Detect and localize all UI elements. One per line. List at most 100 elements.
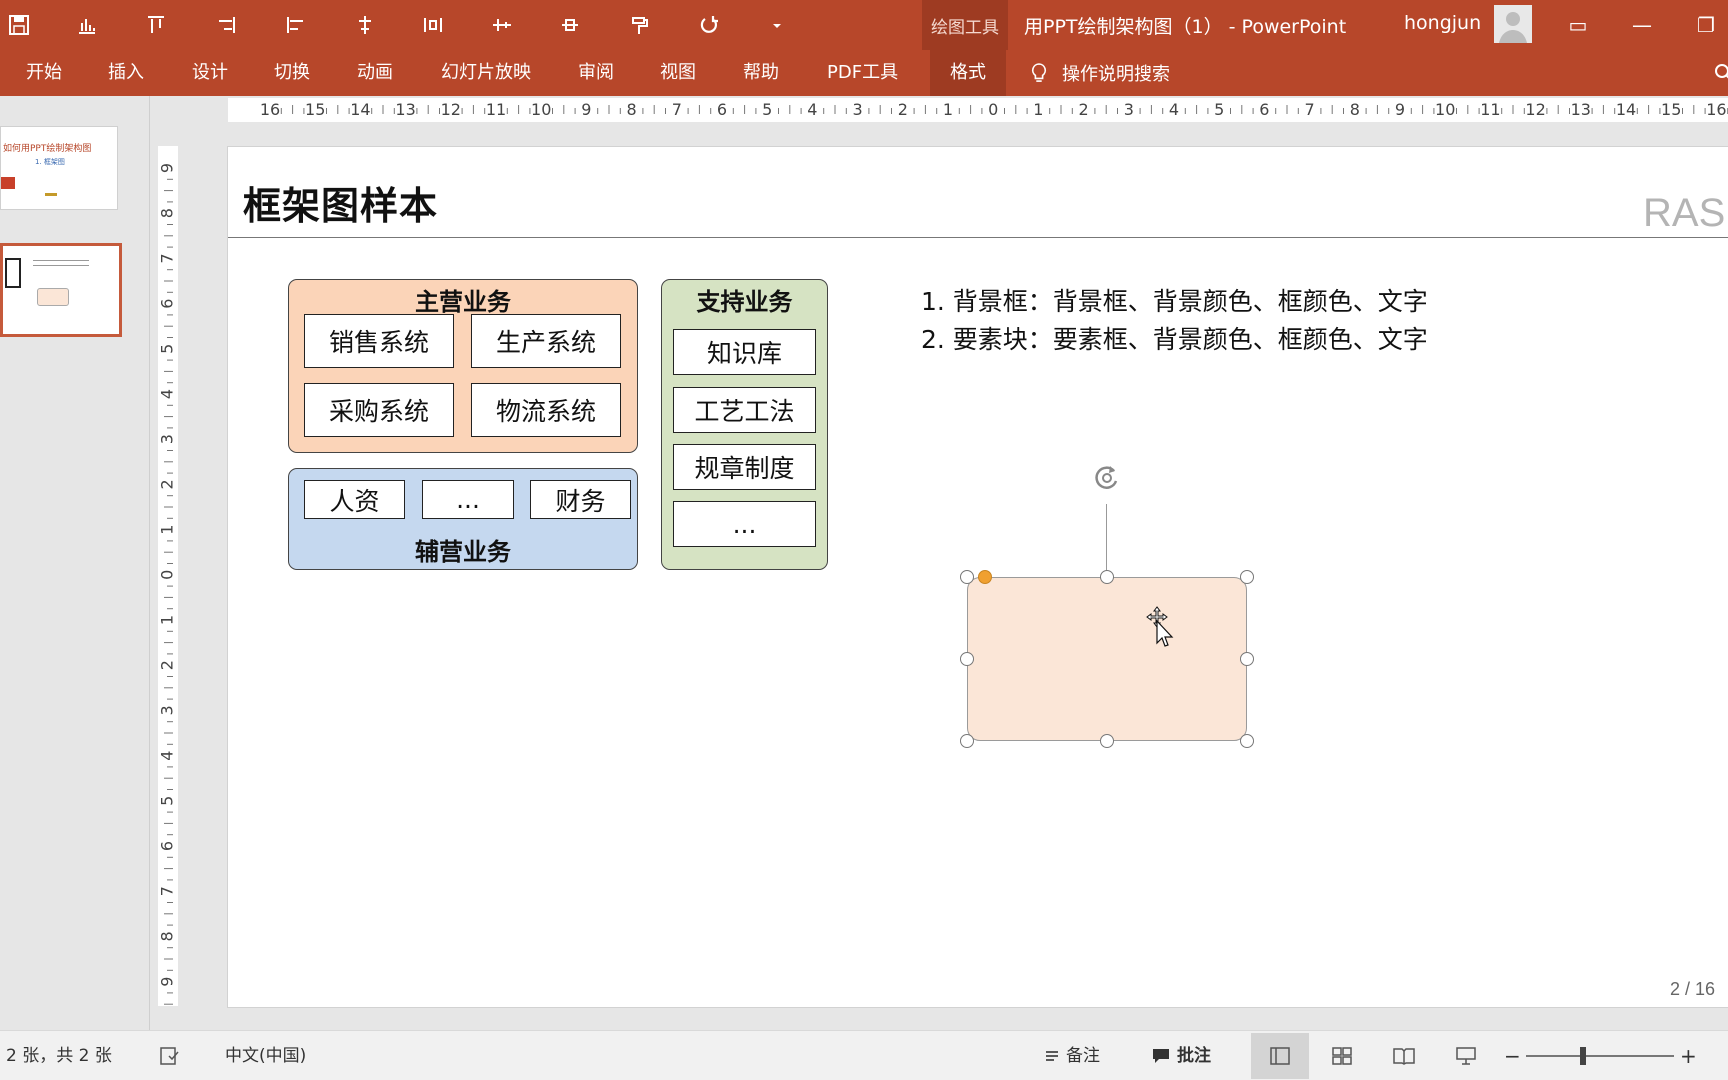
ruler-tick-label: 8 <box>627 100 637 119</box>
element-process-methods[interactable]: 工艺工法 <box>673 387 816 433</box>
thumbnail-diagram <box>5 258 21 288</box>
ruler-tick-label: 6 <box>1259 100 1269 119</box>
tab-animations[interactable]: 动画 <box>357 50 393 96</box>
ruler-tick-label: 4 <box>1169 100 1179 119</box>
title-divider <box>228 237 1728 238</box>
search-icon[interactable] <box>1714 63 1728 83</box>
tab-pdf-tools[interactable]: PDF工具 <box>827 50 898 96</box>
horizontal-ruler: 16 15 14 13 12 11 10 9 8 7 6 5 4 3 2 1 0 1 2 3 4 5 6 7 8 9 10 11 12 1… <box>228 98 1728 122</box>
slide-count[interactable]: 2 张，共 2 张 <box>6 1031 112 1080</box>
element-hr[interactable]: 人资 <box>304 480 405 519</box>
reading-view-button[interactable] <box>1375 1033 1433 1079</box>
normal-view-button[interactable] <box>1251 1033 1309 1079</box>
zoom-slider[interactable] <box>1526 1055 1674 1057</box>
resize-handle-top-left[interactable] <box>960 570 974 584</box>
element-finance[interactable]: 财务 <box>530 480 631 519</box>
ruler-tick-label: 2 <box>158 479 177 489</box>
ruler-tick-label: 2 <box>1079 100 1089 119</box>
tab-help[interactable]: 帮助 <box>743 50 779 96</box>
resize-handle-bottom[interactable] <box>1100 734 1114 748</box>
element-knowledge-base[interactable]: 知识库 <box>673 329 816 375</box>
rotate-handle-icon[interactable] <box>1092 463 1122 493</box>
tab-insert[interactable]: 插入 <box>108 50 144 96</box>
selected-rounded-rectangle[interactable] <box>967 577 1247 741</box>
slide-canvas[interactable]: 框架图样本 RASD 主营业务 销售系统 生产系统 采购系统 物流系统 人资 .… <box>227 146 1728 1008</box>
resize-handle-right[interactable] <box>1240 652 1254 666</box>
format-painter-icon[interactable] <box>627 12 653 38</box>
slide-thumbnail-1[interactable]: 如何用PPT绘制架构图 1. 框架图 <box>0 126 118 210</box>
ruler-tick-label: 2 <box>158 660 177 670</box>
tell-me-label: 操作说明搜索 <box>1062 64 1170 85</box>
minimize-icon[interactable]: — <box>1630 13 1654 37</box>
customize-qat-icon[interactable] <box>764 12 790 38</box>
save-icon[interactable] <box>6 12 32 38</box>
page-indicator: 2 / 16 <box>1670 979 1716 999</box>
ruler-tick-label: 1 <box>158 525 177 535</box>
element-regulations[interactable]: 规章制度 <box>673 444 816 490</box>
avatar[interactable] <box>1494 5 1532 43</box>
tab-format[interactable]: 格式 <box>930 50 1006 96</box>
element-ellipsis[interactable]: ... <box>673 501 816 547</box>
language-indicator[interactable]: 中文(中国) <box>225 1031 306 1080</box>
slideshow-button[interactable] <box>1437 1033 1495 1079</box>
element-ellipsis[interactable]: ... <box>422 480 514 519</box>
zoom-in-button[interactable]: + <box>1680 1031 1697 1080</box>
align-middle-icon[interactable] <box>489 12 515 38</box>
notes-button[interactable]: 备注 <box>1044 1031 1100 1080</box>
adjust-corner-handle[interactable] <box>978 570 992 584</box>
ribbon-display-options-icon[interactable]: ▭ <box>1566 13 1590 37</box>
distribute-horizontal-icon[interactable] <box>420 12 446 38</box>
ruler-tick-label: 2 <box>898 100 908 119</box>
tab-home[interactable]: 开始 <box>26 50 62 96</box>
maximize-icon[interactable]: ❐ <box>1694 13 1718 37</box>
ruler-tick-label: 7 <box>158 886 177 896</box>
resize-handle-left[interactable] <box>960 652 974 666</box>
account-name[interactable]: hongjun <box>1404 12 1481 34</box>
tell-me-search[interactable]: 操作说明搜索 <box>1030 50 1170 96</box>
tab-review[interactable]: 审阅 <box>578 50 614 96</box>
distribute-vertical-icon[interactable] <box>557 12 583 38</box>
ruler-tick-label: 11 <box>1480 100 1500 119</box>
support-business-title: 支持业务 <box>696 288 793 316</box>
reading-view-icon <box>1393 1048 1415 1065</box>
ruler-tick-label: 5 <box>158 344 177 354</box>
align-right-icon[interactable] <box>213 12 239 38</box>
ruler-tick-label: 15 <box>1661 100 1681 119</box>
ruler-tick-label: 6 <box>717 100 727 119</box>
tab-slideshow[interactable]: 幻灯片放映 <box>441 50 531 96</box>
title-bar: 绘图工具 用PPT绘制架构图（1） - PowerPoint hongjun ▭… <box>0 0 1728 50</box>
redo-icon[interactable] <box>696 12 722 38</box>
ruler-tick-label: 0 <box>988 100 998 119</box>
element-sales-system[interactable]: 销售系统 <box>304 314 454 368</box>
accessibility-check-icon[interactable] <box>160 1047 180 1065</box>
slide-sorter-button[interactable] <box>1313 1033 1371 1079</box>
resize-handle-bottom-right[interactable] <box>1240 734 1254 748</box>
align-top-icon[interactable] <box>143 12 169 38</box>
element-procurement-system[interactable]: 采购系统 <box>304 383 454 437</box>
resize-handle-top-right[interactable] <box>1240 570 1254 584</box>
ruler-tick-label: 8 <box>1350 100 1360 119</box>
element-production-system[interactable]: 生产系统 <box>471 314 621 368</box>
ruler-tick-label: 13 <box>1571 100 1591 119</box>
tab-design[interactable]: 设计 <box>192 50 228 96</box>
comments-button[interactable]: 批注 <box>1151 1031 1211 1080</box>
tab-view[interactable]: 视图 <box>660 50 696 96</box>
align-left-icon[interactable] <box>283 12 309 38</box>
resize-handle-bottom-left[interactable] <box>960 734 974 748</box>
chart-icon[interactable] <box>74 12 100 38</box>
thumbnail-shape <box>37 288 69 306</box>
resize-handle-top[interactable] <box>1100 570 1114 584</box>
align-center-icon[interactable] <box>352 12 378 38</box>
slide-thumbnail-2[interactable] <box>0 243 122 337</box>
support-business-panel[interactable]: 支持业务 知识库 工艺工法 规章制度 ... <box>661 279 828 570</box>
zoom-slider-thumb[interactable] <box>1580 1047 1586 1065</box>
ruler-tick-label: 7 <box>672 100 682 119</box>
slide-title[interactable]: 框架图样本 <box>243 175 438 230</box>
tab-transitions[interactable]: 切换 <box>274 50 310 96</box>
main-business-panel[interactable]: 主营业务 销售系统 生产系统 采购系统 物流系统 <box>288 279 638 453</box>
ruler-tick-label: 4 <box>807 100 817 119</box>
auxiliary-business-panel[interactable]: 人资 ... 财务 辅营业务 <box>288 468 638 570</box>
zoom-out-button[interactable]: − <box>1504 1031 1521 1080</box>
notes-textbox[interactable]: 1. 背景框：背景框、背景颜色、框颜色、文字 2. 要素块：要素框、背景颜色、框… <box>921 283 1428 359</box>
element-logistics-system[interactable]: 物流系统 <box>471 383 621 437</box>
